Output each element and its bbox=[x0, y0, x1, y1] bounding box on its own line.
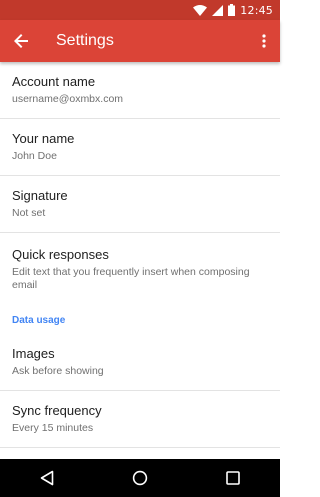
setting-label: Images bbox=[12, 346, 55, 361]
setting-quick-responses[interactable]: Quick responses Edit text that you frequ… bbox=[0, 233, 280, 306]
setting-images[interactable]: Images Ask before showing bbox=[0, 334, 280, 391]
setting-value: Edit text that you frequently insert whe… bbox=[12, 266, 250, 291]
status-clock: 12:45 bbox=[240, 3, 273, 17]
setting-label: Signature bbox=[12, 188, 68, 203]
nav-back-icon[interactable] bbox=[27, 459, 67, 497]
settings-list: Account name username@oxmbx.com Your nam… bbox=[0, 62, 280, 448]
setting-label: Sync frequency bbox=[12, 403, 102, 418]
setting-value: username@oxmbx.com bbox=[12, 93, 124, 105]
signal-icon bbox=[212, 4, 224, 16]
setting-value: Ask before showing bbox=[12, 365, 104, 377]
setting-label: Account name bbox=[12, 74, 96, 89]
setting-label: Your name bbox=[12, 131, 75, 146]
nav-recents-icon[interactable] bbox=[213, 459, 253, 497]
page-title: Settings bbox=[56, 32, 114, 49]
navigation-bar bbox=[0, 459, 280, 497]
wifi-icon bbox=[193, 4, 208, 16]
setting-account-name[interactable]: Account name username@oxmbx.com bbox=[0, 62, 280, 119]
battery-icon bbox=[228, 4, 236, 16]
setting-your-name[interactable]: Your name John Doe bbox=[0, 119, 280, 176]
app-bar: Settings bbox=[0, 20, 280, 62]
setting-signature[interactable]: Signature Not set bbox=[0, 176, 280, 233]
setting-value: John Doe bbox=[12, 150, 57, 162]
setting-value: Not set bbox=[12, 207, 46, 219]
setting-value: Every 15 minutes bbox=[12, 422, 94, 434]
arrow-back-icon[interactable] bbox=[0, 20, 42, 62]
setting-sync-frequency[interactable]: Sync frequency Every 15 minutes bbox=[0, 391, 280, 448]
more-vert-icon[interactable] bbox=[252, 20, 276, 62]
section-header-data-usage: Data usage bbox=[12, 314, 66, 326]
setting-label: Quick responses bbox=[12, 247, 109, 262]
nav-home-icon[interactable] bbox=[120, 459, 160, 497]
status-bar: 12:45 bbox=[0, 0, 280, 20]
